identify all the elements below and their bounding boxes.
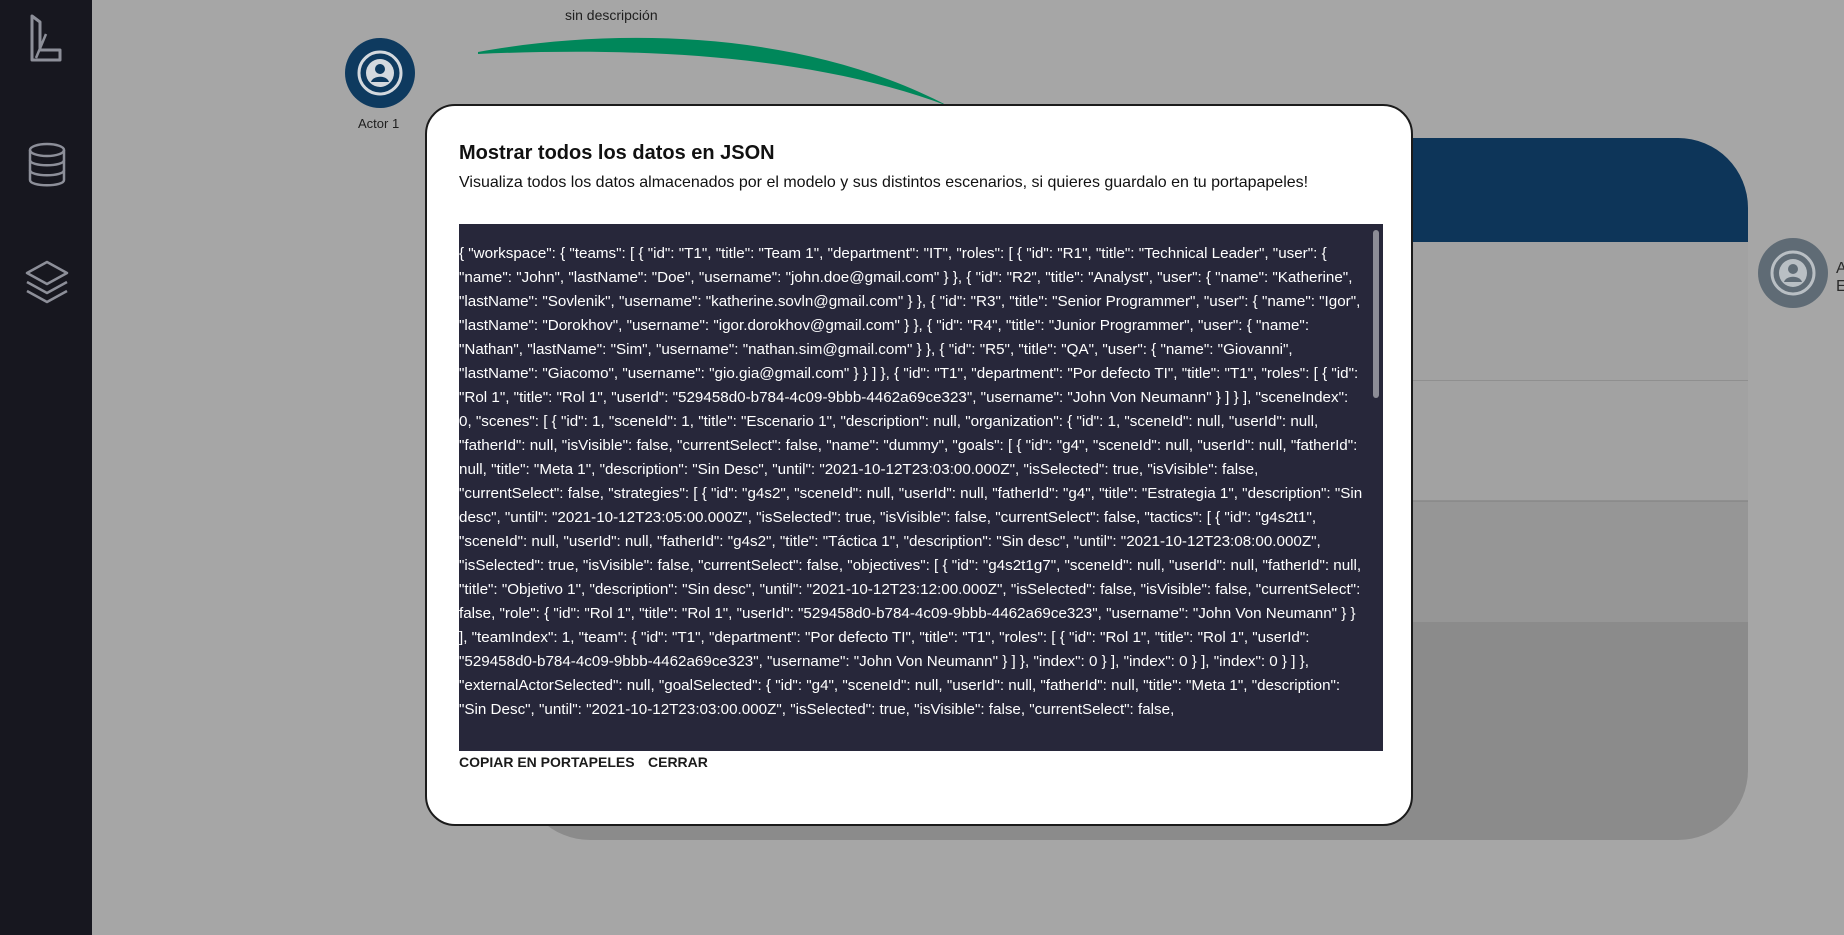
actor-1-label: Actor 1 <box>358 116 400 131</box>
actor-1-node[interactable] <box>345 38 415 108</box>
external-actor-node[interactable] <box>1758 238 1828 308</box>
close-button[interactable]: CERRAR <box>648 754 708 770</box>
external-actor-label-line2: E <box>1836 278 1844 295</box>
dialog-title: Mostrar todos los datos en JSON <box>459 142 775 164</box>
json-textarea[interactable]: { "workspace": { "teams": [ { "id": "T1"… <box>459 224 1383 751</box>
external-actor-label-line1: A <box>1836 260 1844 277</box>
broadcast-user-icon <box>357 50 403 96</box>
layers-icon[interactable] <box>22 256 72 306</box>
sidebar <box>0 0 92 935</box>
broadcast-user-icon <box>1770 250 1816 296</box>
database-icon[interactable] <box>22 140 72 190</box>
json-dialog: Mostrar todos los datos en JSON Visualiz… <box>425 104 1413 826</box>
copy-to-clipboard-button[interactable]: COPIAR EN PORTAPELES <box>459 754 635 770</box>
logo-icon[interactable] <box>22 12 72 62</box>
json-scrollbar-thumb[interactable] <box>1373 230 1379 398</box>
dialog-subtitle: Visualiza todos los datos almacenados po… <box>459 174 1309 191</box>
json-content[interactable]: { "workspace": { "teams": [ { "id": "T1"… <box>459 242 1364 722</box>
edge-label: sin descripción <box>565 7 658 23</box>
